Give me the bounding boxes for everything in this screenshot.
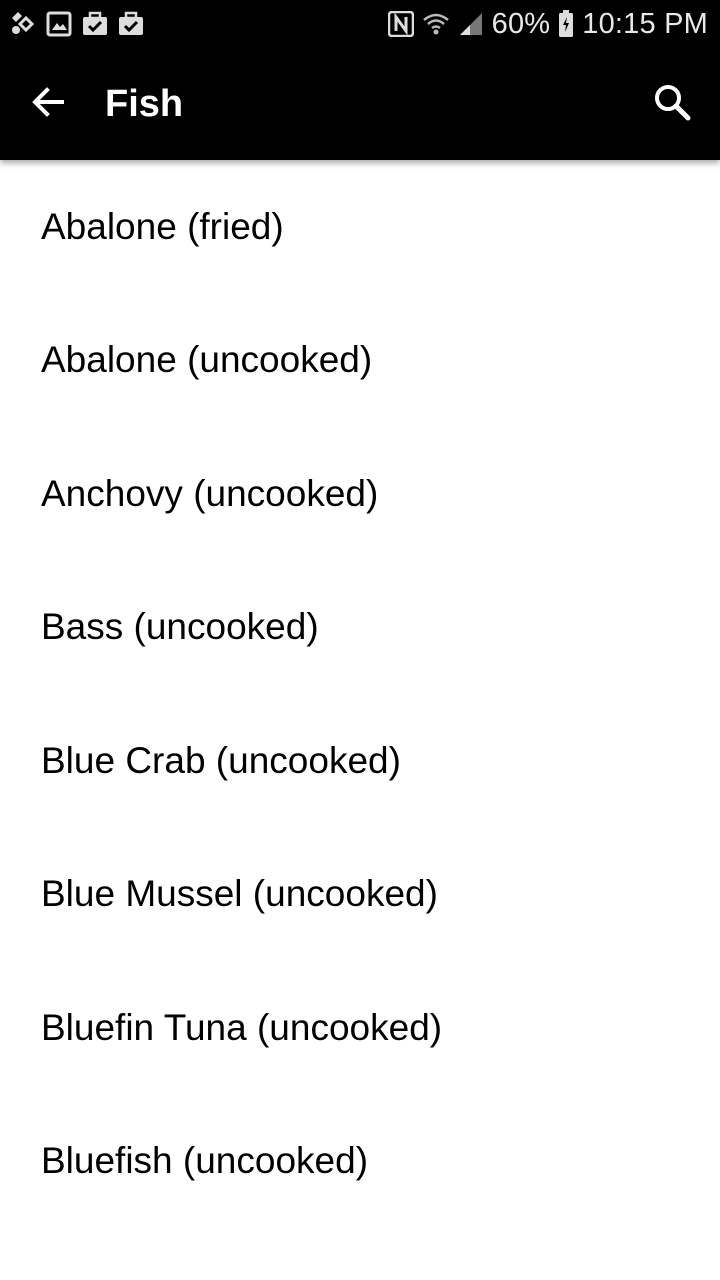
list-item-label: Bass (uncooked) <box>41 606 319 648</box>
food-list: Abalone (fried) Abalone (uncooked) Ancho… <box>0 160 720 1280</box>
list-item-label: Anchovy (uncooked) <box>41 472 379 514</box>
list-item[interactable]: Abalone (fried) <box>0 160 720 294</box>
list-item-label: Bluefin Tuna (uncooked) <box>41 1006 443 1048</box>
list-item-label: Abalone (uncooked) <box>41 339 373 381</box>
list-item[interactable]: Blue Crab (uncooked) <box>0 694 720 828</box>
list-item[interactable]: Anchovy (uncooked) <box>0 427 720 561</box>
search-icon <box>653 83 691 126</box>
back-button[interactable] <box>20 76 76 132</box>
search-button[interactable] <box>642 76 702 132</box>
notification-icon <box>8 10 36 38</box>
status-bar: 60% 10:15 PM <box>0 0 720 48</box>
list-item[interactable]: Bluefish (uncooked) <box>0 1095 720 1229</box>
clock: 10:15 PM <box>582 8 708 40</box>
list-item-label: Blue Crab (uncooked) <box>41 739 401 781</box>
list-item[interactable]: Bass (uncooked) <box>0 561 720 695</box>
list-item[interactable]: Abalone (uncooked) <box>0 294 720 428</box>
arrow-back-icon <box>30 84 66 125</box>
image-icon <box>46 11 72 37</box>
list-item[interactable]: Bluefin Tuna (uncooked) <box>0 961 720 1095</box>
page-title: Fish <box>105 83 184 125</box>
wifi-icon <box>422 10 450 38</box>
status-bar-notifications <box>8 10 144 38</box>
briefcase-check-icon <box>82 11 108 37</box>
battery-icon <box>558 10 574 38</box>
list-item-label: Bluefish (uncooked) <box>41 1140 369 1182</box>
list-item-label: Blue Mussel (uncooked) <box>41 873 438 915</box>
nfc-icon <box>387 11 414 37</box>
status-bar-system: 60% 10:15 PM <box>387 0 708 48</box>
battery-percent: 60% <box>491 8 551 40</box>
briefcase-check-icon <box>118 11 144 37</box>
signal-icon <box>458 11 484 37</box>
list-item[interactable]: Blue Mussel (uncooked) <box>0 828 720 962</box>
app-bar: Fish <box>0 48 720 160</box>
list-item-label: Abalone (fried) <box>41 205 284 247</box>
